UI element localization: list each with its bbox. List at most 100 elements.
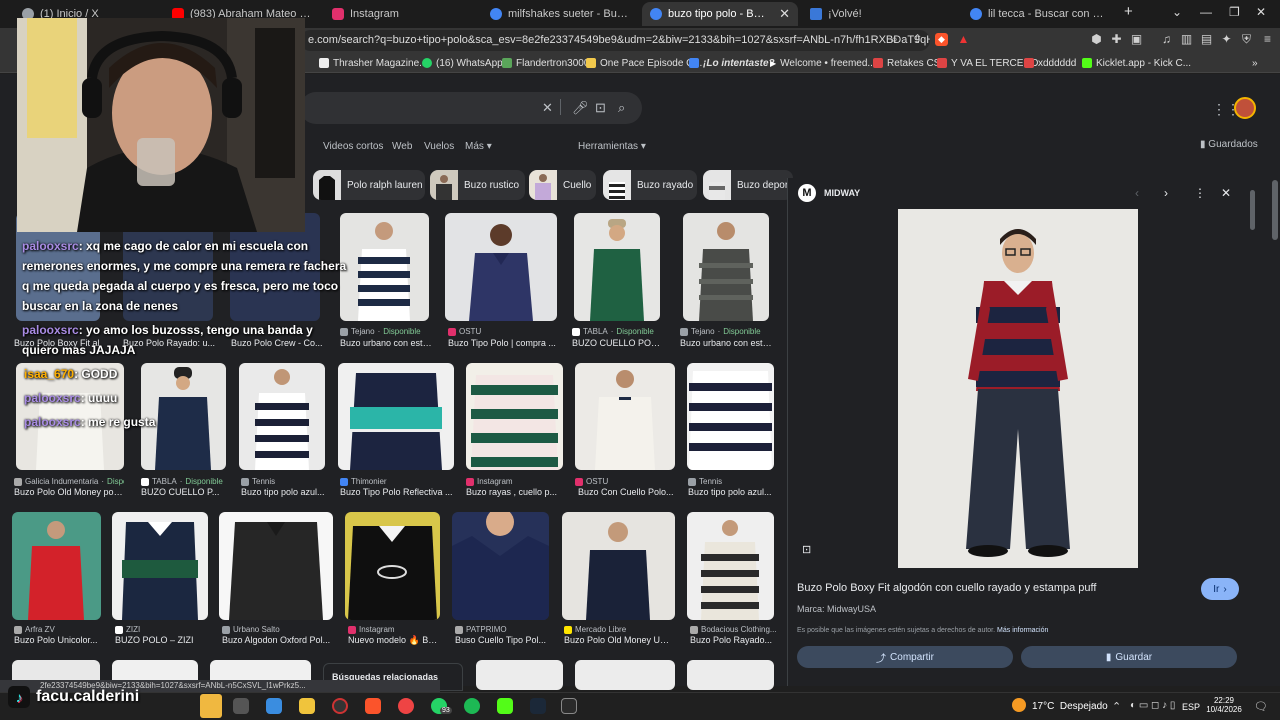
task-view-icon[interactable] <box>233 698 249 714</box>
tab-videos-cortos[interactable]: Videos cortos <box>323 141 383 152</box>
kick-icon[interactable] <box>497 698 513 714</box>
tab-buzo-tipo-polo[interactable]: buzo tipo polo - Buscar con Go✕ <box>642 2 798 26</box>
more-info-link[interactable]: Más información <box>997 627 1048 634</box>
brave-rewards-icon[interactable]: ▲ <box>957 33 970 46</box>
result-title[interactable]: Buzo urbano con esti... <box>680 338 772 348</box>
obs-icon[interactable] <box>332 698 348 714</box>
search-widget-image[interactable] <box>200 694 222 718</box>
result-thumbnail[interactable] <box>466 363 563 470</box>
language-indicator[interactable]: ESP <box>1182 702 1200 712</box>
result-title[interactable]: Buzo Polo Old Money Unl... <box>564 635 674 645</box>
close-panel-icon[interactable]: ✕ <box>1221 186 1231 200</box>
chip-buzo-rayado[interactable]: Buzo rayado <box>603 170 697 200</box>
result-thumbnail[interactable] <box>574 213 660 321</box>
tab-web[interactable]: Web <box>392 141 412 152</box>
result-title[interactable]: Buzo Tipo Polo | compra ... <box>448 338 558 348</box>
shield-icon[interactable]: ⛨ <box>1240 33 1253 46</box>
chip-buzo-rustico[interactable]: Buzo rustico <box>430 170 525 200</box>
save-button[interactable]: ▮ Guardar <box>1021 646 1237 668</box>
result-title[interactable]: Buzo Polo Unicolor... <box>14 635 100 645</box>
result-title[interactable]: BUZO CUELLO POL... <box>572 338 662 348</box>
result-title[interactable]: Nuevo modelo 🔥 Bu... <box>348 635 440 646</box>
tab-mas[interactable]: Más ▾ <box>465 141 492 152</box>
brave-shields-icon[interactable]: ◆ <box>935 33 948 46</box>
result-thumbnail[interactable] <box>340 213 429 321</box>
preview-image[interactable] <box>898 209 1138 568</box>
avatar[interactable] <box>1234 97 1256 119</box>
bookmark-xdd[interactable]: xdddddd <box>1024 56 1076 70</box>
screenshot-icon[interactable]: ▣ <box>1130 33 1143 46</box>
result-thumbnail[interactable] <box>562 512 675 620</box>
store-icon[interactable] <box>266 698 282 714</box>
next-image-icon[interactable]: › <box>1164 186 1168 200</box>
bookmark-kicklet[interactable]: Kicklet.app - Kick C... <box>1082 56 1191 70</box>
result-thumbnail[interactable] <box>683 213 769 321</box>
saved-button[interactable]: ▮ Guardados <box>1200 139 1258 150</box>
share-icon[interactable]: ⇪ <box>911 33 924 46</box>
vpn-icon[interactable]: ⬢ <box>1090 33 1103 46</box>
app-icon[interactable] <box>398 698 414 714</box>
clock[interactable]: 22:29 10/4/2026 <box>1206 696 1242 714</box>
tray-chevron-icon[interactable]: ⌃ <box>1112 700 1121 713</box>
extensions-icon[interactable]: ✚ <box>1110 33 1123 46</box>
brave-icon[interactable] <box>365 698 381 714</box>
result-title[interactable]: BUZO POLO – ZIZI <box>115 635 205 645</box>
tab-milfshakes[interactable]: milfshakes sueter - Buscar con Goo <box>482 2 637 26</box>
close-tab-icon[interactable]: ✕ <box>779 6 790 22</box>
more-options-icon[interactable]: ⋮ <box>1194 186 1206 200</box>
result-thumbnail[interactable] <box>445 213 557 321</box>
wallet-icon[interactable]: ▤ <box>1200 33 1213 46</box>
scrollbar-thumb[interactable] <box>1272 180 1278 240</box>
result-thumbnail[interactable] <box>219 512 333 620</box>
result-title[interactable]: Buzo rayas , cuello p... <box>466 487 562 497</box>
bookmark-retakes[interactable]: Retakes CS <box>873 56 940 70</box>
bookmark-freemed[interactable]: ▶ Welcome • freemed... <box>770 56 876 70</box>
go-button[interactable]: Ir › <box>1201 578 1239 600</box>
zoom-icon[interactable]: ⌕ <box>888 33 901 46</box>
voice-search-icon[interactable]: 🎤︎ <box>572 100 589 116</box>
close-window-icon[interactable]: ✕ <box>1256 5 1266 19</box>
result-title[interactable]: Buzo tipo polo azul... <box>688 487 774 497</box>
tab-lil-tecca[interactable]: lil tecca - Buscar con Google <box>962 2 1117 26</box>
result-title[interactable]: Buzo Tipo Polo Reflectiva ... <box>340 487 456 497</box>
steam-icon[interactable] <box>530 698 546 714</box>
lens-icon[interactable]: ⊡ <box>595 100 606 116</box>
prev-image-icon[interactable]: ‹ <box>1135 186 1139 200</box>
result-title[interactable]: Buzo tipo polo azul... <box>241 487 329 497</box>
result-thumbnail[interactable] <box>239 363 325 470</box>
image-title[interactable]: Buzo Polo Boxy Fit algodón con cuello ra… <box>797 582 1096 594</box>
sidebar-icon[interactable]: ▥ <box>1180 33 1193 46</box>
bookmark-lo-intentaste[interactable]: ¡Lo intentaste? <box>689 56 775 70</box>
chip-polo-ralph-lauren[interactable]: Polo ralph lauren <box>313 170 425 200</box>
result-thumbnail[interactable] <box>112 512 208 620</box>
bookmark-flandertron[interactable]: Flandertron3000 <box>502 56 589 70</box>
result-title[interactable]: Buzo Polo Rayado... <box>690 635 776 645</box>
result-thumbnail[interactable] <box>687 660 774 690</box>
epic-games-icon[interactable] <box>561 698 577 714</box>
chip-cuello[interactable]: Cuello <box>529 170 596 200</box>
restore-icon[interactable]: ❐ <box>1229 5 1240 19</box>
result-title[interactable]: Buzo Con Cuello Polo... <box>578 487 674 497</box>
tab-volve[interactable]: ¡Volvé! <box>802 2 957 26</box>
spotify-icon[interactable] <box>464 698 480 714</box>
result-thumbnail[interactable] <box>687 363 774 470</box>
minimize-icon[interactable]: — <box>1200 5 1212 19</box>
result-thumbnail[interactable] <box>476 660 563 690</box>
tab-instagram[interactable]: Instagram <box>324 2 479 26</box>
result-title[interactable]: Buzo Polo Old Money por ... <box>14 487 124 497</box>
result-thumbnail[interactable] <box>338 363 454 470</box>
leo-icon[interactable]: ✦ <box>1220 33 1233 46</box>
bookmark-thrasher[interactable]: Thrasher Magazine... <box>319 56 428 70</box>
result-thumbnail[interactable] <box>345 512 440 620</box>
media-icon[interactable]: ♫ <box>1160 33 1173 46</box>
result-thumbnail[interactable] <box>575 363 675 470</box>
result-thumbnail[interactable] <box>12 512 101 620</box>
file-explorer-icon[interactable] <box>299 698 315 714</box>
weather-text[interactable]: 17°C Despejado <box>1032 701 1108 712</box>
panel-scrollbar-thumb[interactable] <box>1250 190 1255 230</box>
bookmark-one-pace[interactable]: One Pace Episode G... <box>586 56 702 70</box>
more-bookmarks-icon[interactable]: » <box>1252 56 1258 70</box>
tray-icons[interactable]: ◐ ▭ ◻ ♪ ▯ <box>1130 700 1175 711</box>
chip-buzo-deport[interactable]: Buzo deport <box>703 170 793 200</box>
result-thumbnail[interactable] <box>687 512 774 620</box>
